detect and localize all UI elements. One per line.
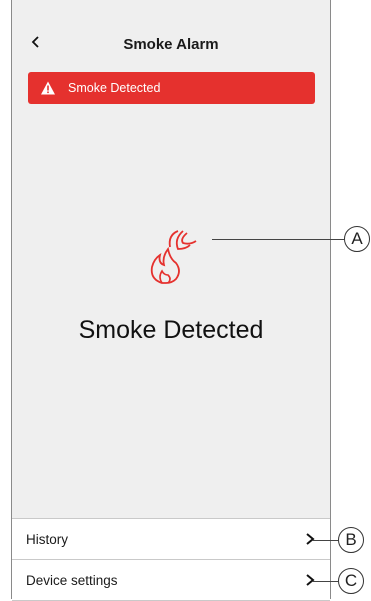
chevron-right-icon [306, 574, 315, 586]
list-item-history[interactable]: History [12, 519, 330, 560]
phone-screen: Smoke Alarm Smoke Detected Smoke Detecte… [11, 0, 331, 601]
callout-line-a [212, 239, 344, 240]
app-header: Smoke Alarm [12, 0, 330, 62]
list-item-label: History [26, 531, 69, 547]
page-title: Smoke Alarm [123, 36, 219, 53]
callout-a: A [344, 226, 370, 252]
alert-banner-text: Smoke Detected [68, 81, 161, 95]
callout-c: C [338, 568, 364, 594]
callout-b: B [338, 527, 364, 553]
warning-icon [41, 81, 55, 95]
settings-list: History Device settings [12, 518, 330, 601]
chevron-right-icon [306, 533, 315, 545]
smoke-alarm-icon [150, 230, 197, 284]
callout-line-b [312, 540, 338, 541]
callout-line-c [312, 581, 338, 582]
status-text: Smoke Detected [78, 316, 264, 344]
list-item-device-settings[interactable]: Device settings [12, 560, 330, 601]
alert-banner: Smoke Detected [28, 72, 315, 104]
list-item-label: Device settings [26, 572, 118, 588]
